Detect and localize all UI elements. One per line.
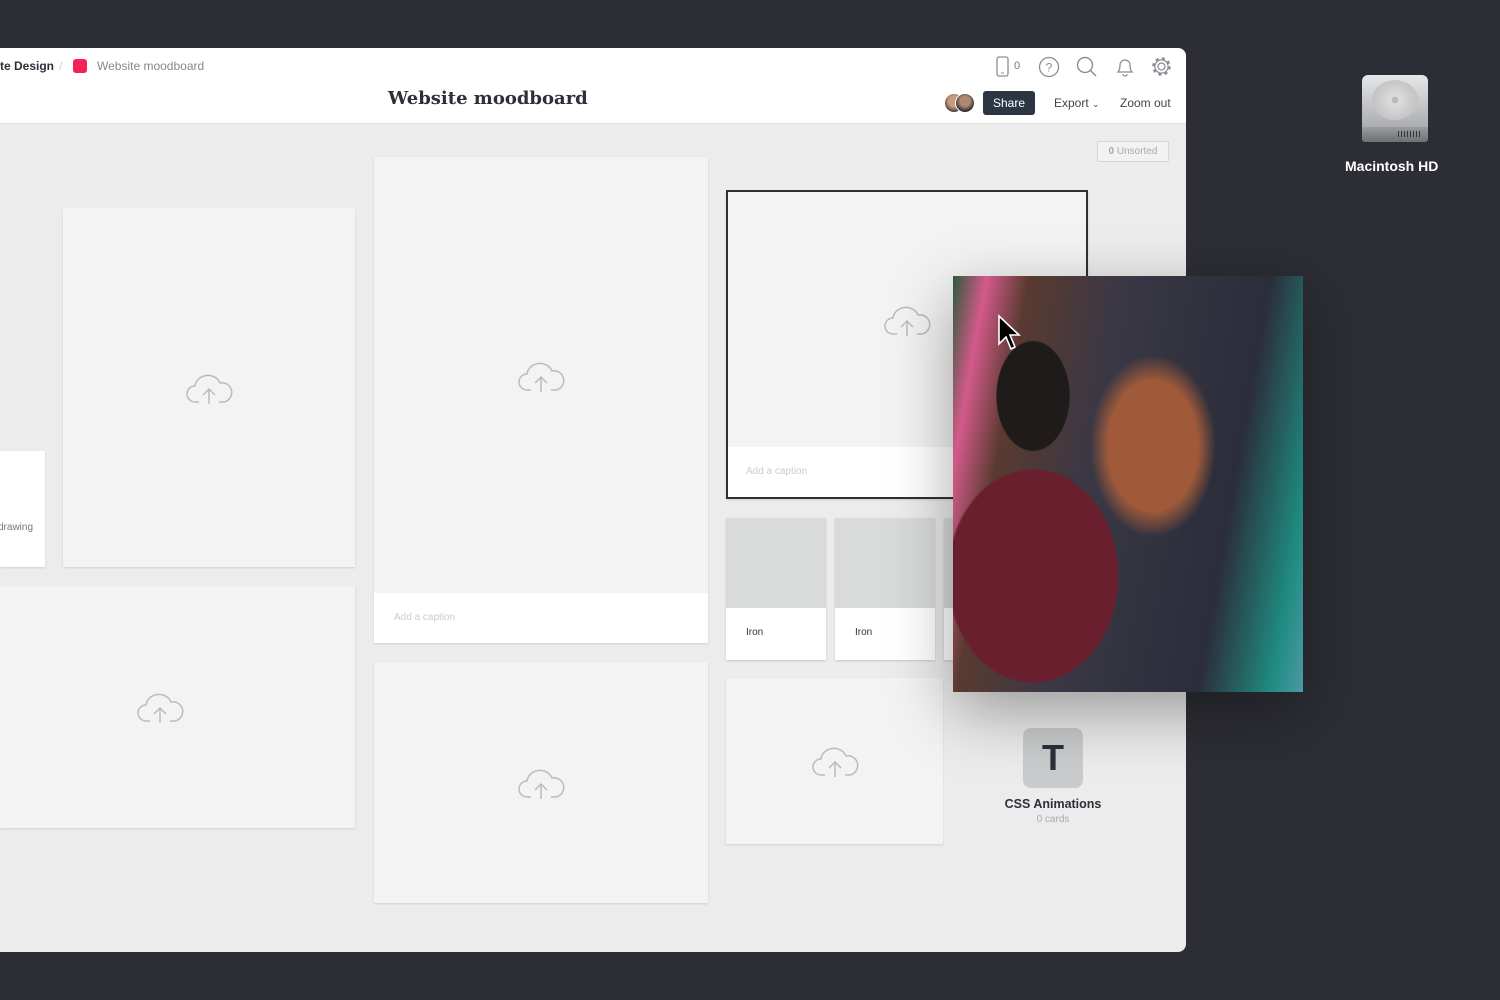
unsorted-button[interactable]: 0 Unsorted	[1097, 141, 1169, 162]
unsorted-label: Unsorted	[1116, 146, 1158, 157]
color-card[interactable]: Iron	[835, 518, 935, 660]
unsorted-count: 0	[1108, 146, 1115, 157]
svg-text:?: ?	[1046, 61, 1053, 75]
cloud-upload-icon	[186, 374, 233, 404]
zoom-out-button[interactable]: Zoom out	[1120, 96, 1171, 110]
caption-input[interactable]: Add a caption	[374, 593, 708, 643]
cloud-upload-icon	[137, 693, 184, 723]
breadcrumb-separator: /	[59, 59, 63, 73]
gear-icon[interactable]	[1150, 55, 1173, 78]
breadcrumb-parent[interactable]: te Design	[0, 59, 54, 73]
color-swatch	[726, 518, 826, 608]
hard-drive-icon[interactable]	[1362, 75, 1428, 142]
text-board-icon: T	[1023, 728, 1083, 788]
breadcrumb-current[interactable]: Website moodboard	[97, 59, 204, 73]
board-name: CSS Animations	[1004, 797, 1102, 811]
image-upload-card[interactable]	[63, 208, 355, 567]
export-label: Export	[1054, 96, 1089, 110]
board-count: 0 cards	[1036, 814, 1070, 825]
card[interactable]: drawing	[0, 451, 45, 567]
image-upload-card[interactable]	[0, 586, 355, 828]
avatar[interactable]	[955, 93, 975, 113]
share-button[interactable]: Share	[983, 91, 1035, 115]
color-card-label: Iron	[746, 627, 764, 638]
header: te Design / Website moodboard Website mo…	[0, 48, 1186, 124]
card-text: drawing	[0, 522, 34, 533]
color-card[interactable]: Iron	[726, 518, 826, 660]
cursor-icon	[998, 314, 1021, 351]
image-upload-card[interactable]: Add a caption	[374, 157, 708, 643]
image-upload-card[interactable]	[726, 678, 943, 844]
image-upload-card[interactable]	[374, 662, 708, 903]
cloud-upload-icon	[811, 747, 858, 777]
device-count: 0	[1014, 60, 1021, 72]
chevron-down-icon: ⌄	[1092, 99, 1100, 109]
cloud-upload-icon	[518, 362, 565, 392]
export-button[interactable]: Export ⌄	[1054, 96, 1100, 110]
board-item[interactable]: T CSS Animations 0 cards	[1000, 728, 1106, 825]
cloud-upload-icon	[518, 769, 565, 799]
phone-icon[interactable]	[995, 56, 1011, 78]
color-swatch	[835, 518, 935, 608]
search-icon[interactable]	[1076, 56, 1098, 78]
help-icon[interactable]: ?	[1038, 56, 1060, 78]
board-color-icon	[73, 59, 87, 73]
cloud-upload-icon	[884, 306, 931, 337]
color-card-label: Iron	[855, 627, 873, 638]
page-title[interactable]: Website moodboard	[388, 88, 588, 109]
drive-label: Macintosh HD	[1345, 158, 1439, 174]
bell-icon[interactable]	[1114, 56, 1136, 78]
